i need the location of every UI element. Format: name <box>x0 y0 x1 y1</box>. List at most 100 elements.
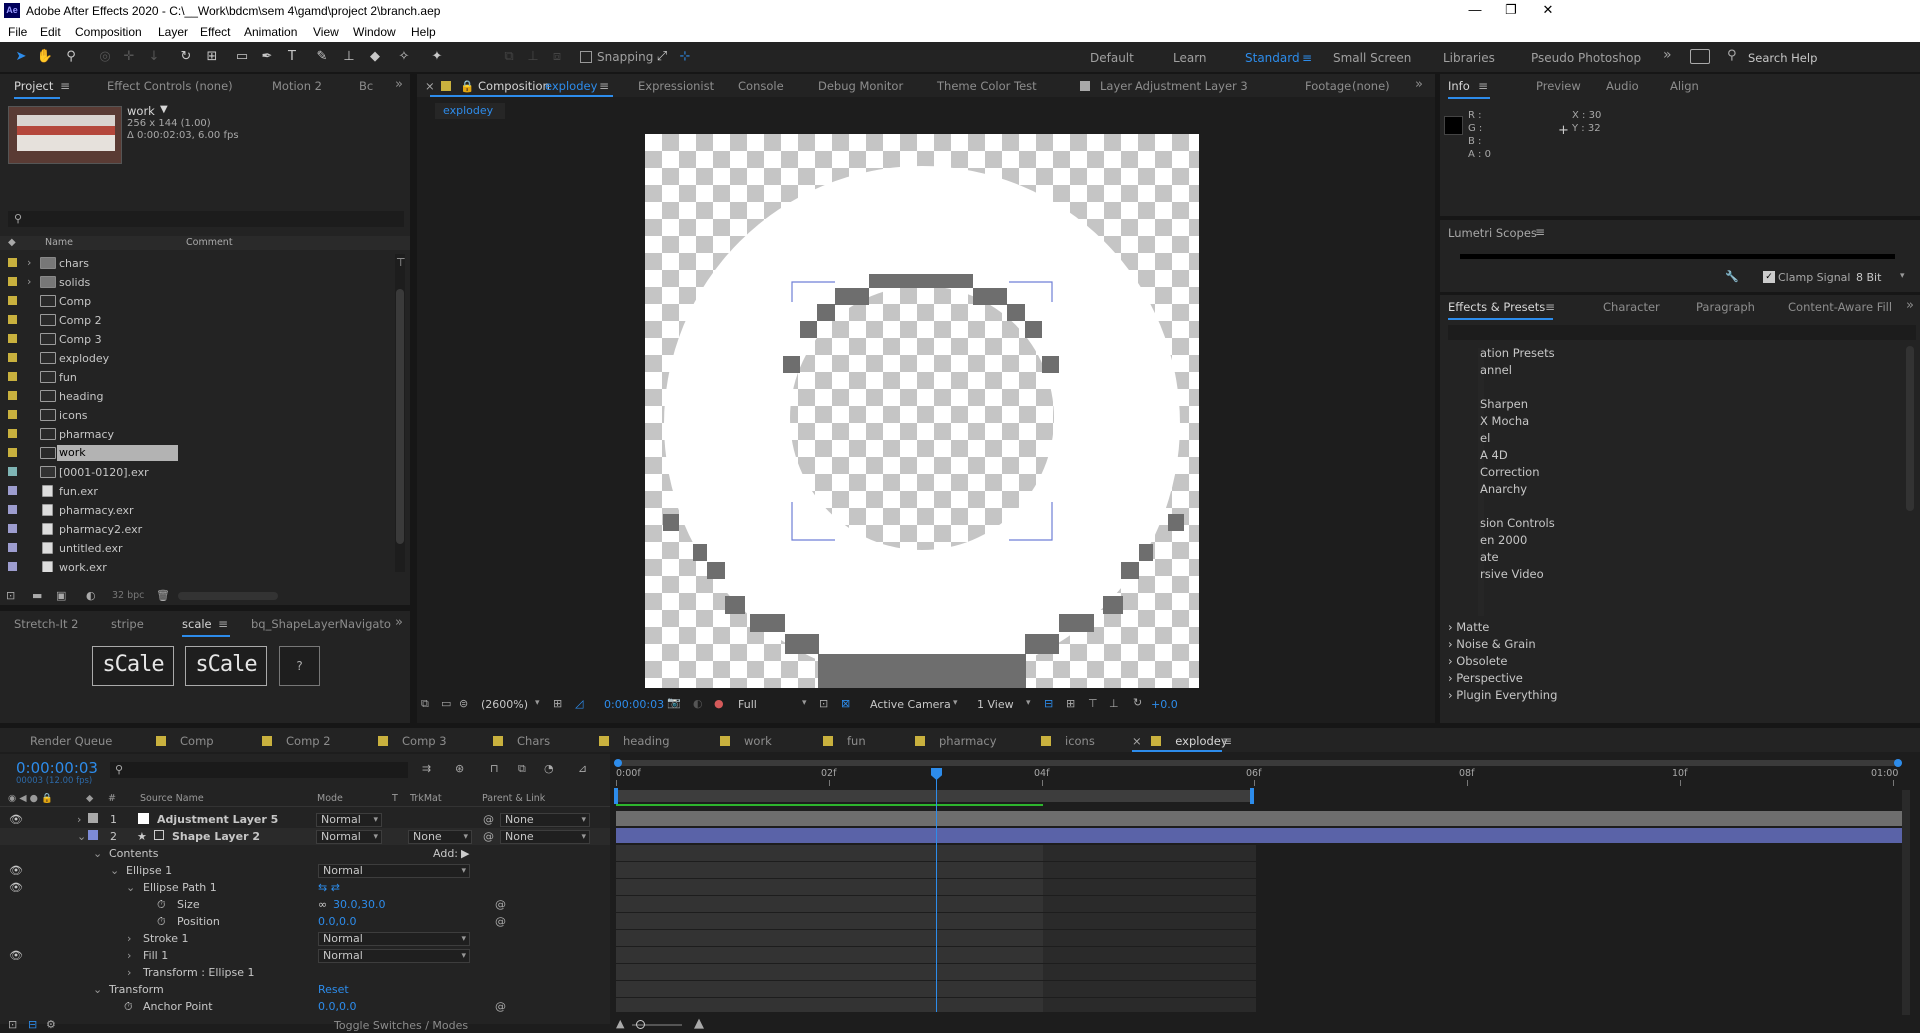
collapse-chevron-icon[interactable]: ⌄ <box>93 847 102 860</box>
zoom-in-icon[interactable]: ▲ <box>694 1016 704 1031</box>
item-label-color[interactable] <box>8 258 17 267</box>
clone-stamp-tool-icon[interactable]: ⊥ <box>340 48 358 66</box>
flowchart-icon[interactable]: ⊤ <box>396 256 406 269</box>
timeline-search-input[interactable]: ⚲ <box>110 762 408 778</box>
workspace-menu-icon[interactable]: ≡ <box>1302 51 1312 65</box>
tab-paragraph[interactable]: Paragraph <box>1696 300 1755 314</box>
tab-bc[interactable]: Bc <box>359 79 373 93</box>
expand-chevron-icon[interactable]: › <box>127 966 131 979</box>
transform-ellipse-row[interactable]: › Transform : Ellipse 1 <box>0 964 610 981</box>
snap-options-icon[interactable]: ⤢ <box>653 48 671 66</box>
timeline-tab[interactable]: fun <box>823 734 866 748</box>
effect-group[interactable]: › Noise & Grain <box>1448 637 1536 651</box>
folder-expand-icon[interactable]: › <box>27 275 31 288</box>
resolution-dropdown-arrow-icon[interactable]: ▾ <box>802 698 807 708</box>
help-button[interactable]: ? <box>279 646 320 686</box>
project-item[interactable]: explodey <box>0 349 395 368</box>
tab-expressionist[interactable]: Expressionist <box>638 79 714 93</box>
project-item[interactable]: heading <box>0 387 395 406</box>
axis-view-icon[interactable]: ⧈ <box>548 48 566 66</box>
project-item[interactable]: Comp 2 <box>0 311 395 330</box>
zoom-slider-thumb[interactable] <box>636 1020 645 1029</box>
timeline-tab[interactable]: × explodey <box>1132 734 1228 748</box>
item-label-color[interactable] <box>8 410 17 419</box>
collapse-chevron-icon[interactable]: ⌄ <box>110 864 119 877</box>
effect-category[interactable]: ation Presets <box>1480 346 1555 360</box>
project-item[interactable]: pharmacy2.exr <box>0 520 395 539</box>
project-item[interactable]: Comp <box>0 292 395 311</box>
vr-icon[interactable]: ⊜ <box>459 697 468 710</box>
comment-column-header[interactable]: Comment <box>186 237 233 248</box>
item-label-color[interactable] <box>8 467 17 476</box>
collapse-chevron-icon[interactable]: ⌄ <box>77 830 86 843</box>
t-header[interactable]: T <box>392 793 398 804</box>
tab-content-aware-fill[interactable]: Content-Aware Fill <box>1788 300 1892 314</box>
monitor-icon[interactable]: ▭ <box>441 697 451 710</box>
layer-2-parent-dropdown[interactable]: None <box>500 830 590 844</box>
item-label-color[interactable] <box>8 429 17 438</box>
timeline-vscroll[interactable] <box>1902 790 1910 1015</box>
selected-item-dropdown-icon[interactable]: ▼ <box>160 104 168 115</box>
effect-category[interactable]: A 4D <box>1480 448 1508 462</box>
lock-icon[interactable]: 🔒 <box>460 79 474 93</box>
parent-link-header[interactable]: Parent & Link <box>482 793 545 804</box>
effect-category[interactable]: annel <box>1480 363 1512 377</box>
workspace-standard[interactable]: Standard <box>1245 51 1300 65</box>
label-column-icon[interactable]: ◆ <box>8 237 16 248</box>
workspace-default[interactable]: Default <box>1090 51 1134 65</box>
workspace-libraries[interactable]: Libraries <box>1443 51 1495 65</box>
show-snapshot-icon[interactable]: ◐ <box>693 697 703 710</box>
layer-label-color[interactable] <box>88 813 98 823</box>
zoom-out-icon[interactable]: ▲ <box>616 1017 624 1030</box>
orbit-tool-icon[interactable]: ◎ <box>96 48 114 66</box>
item-label-color[interactable] <box>8 334 17 343</box>
scale-button-2[interactable]: sCale <box>185 646 267 686</box>
tab-composition-name[interactable]: explodey <box>545 79 597 93</box>
layer-2-trkmat-dropdown[interactable]: None <box>408 830 472 844</box>
visibility-eye-icon[interactable]: 👁 <box>9 864 23 877</box>
visibility-eye-icon[interactable]: 👁 <box>9 813 23 826</box>
menu-effect[interactable]: Effect <box>200 25 230 39</box>
brush-tool-icon[interactable]: ✎ <box>313 48 331 66</box>
project-item[interactable]: icons <box>0 406 395 425</box>
axis-world-icon[interactable]: ⊥ <box>524 48 542 66</box>
collapse-chevron-icon[interactable]: ⌄ <box>126 881 135 894</box>
zoom-tool-icon[interactable]: ⚲ <box>62 48 80 66</box>
trkmat-header[interactable]: TrkMat <box>410 793 442 804</box>
item-label-color[interactable] <box>8 372 17 381</box>
camera-dropdown[interactable]: Active Camera <box>870 698 951 711</box>
add-menu-icon[interactable]: ▶ <box>461 847 469 860</box>
hand-tool-icon[interactable]: ✋ <box>36 48 54 66</box>
name-column-header[interactable]: Name <box>45 237 73 248</box>
stopwatch-icon[interactable]: ⏱ <box>157 898 166 912</box>
reset-exposure-icon[interactable]: ↻ <box>1133 696 1142 709</box>
project-item[interactable]: pharmacy <box>0 425 395 444</box>
effect-category[interactable]: Anarchy <box>1480 482 1527 496</box>
wrench-icon[interactable]: 🔧 <box>1725 270 1739 283</box>
fit-icon[interactable]: ⊞ <box>553 697 562 710</box>
info-menu-icon[interactable]: ≡ <box>1478 79 1488 93</box>
timeline-menu-icon[interactable]: ≡ <box>1222 734 1232 748</box>
bpc-label[interactable]: 32 bpc <box>112 590 144 601</box>
more-tabs-icon[interactable]: » <box>395 77 403 92</box>
tab-footage-name[interactable]: (none) <box>1352 79 1390 93</box>
effect-category[interactable]: X Mocha <box>1480 414 1529 428</box>
composition-canvas[interactable] <box>645 134 1199 688</box>
project-item[interactable]: fun <box>0 368 395 387</box>
stopwatch-icon[interactable]: ⏱ <box>124 1000 133 1014</box>
fill-row[interactable]: 👁 › Fill 1 <box>0 947 610 964</box>
effect-category[interactable]: ate <box>1480 550 1499 564</box>
workspace-edit-icon[interactable] <box>1690 49 1710 64</box>
tab-console[interactable]: Console <box>738 79 784 93</box>
type-tool-icon[interactable]: T <box>283 48 301 66</box>
close-button[interactable]: ✕ <box>1528 2 1568 18</box>
project-item[interactable]: › chars <box>0 254 395 273</box>
layer-label-color[interactable] <box>88 830 98 840</box>
pickwhip-icon[interactable]: @ <box>495 1000 506 1013</box>
project-item[interactable]: Comp 3 <box>0 330 395 349</box>
menu-file[interactable]: File <box>8 25 27 39</box>
constrain-proportions-icon[interactable]: ∞ <box>318 898 327 911</box>
layer-switches-icon[interactable]: ⊡ <box>8 1018 17 1031</box>
tab-audio[interactable]: Audio <box>1606 79 1639 93</box>
expand-chevron-icon[interactable]: › <box>127 949 131 962</box>
